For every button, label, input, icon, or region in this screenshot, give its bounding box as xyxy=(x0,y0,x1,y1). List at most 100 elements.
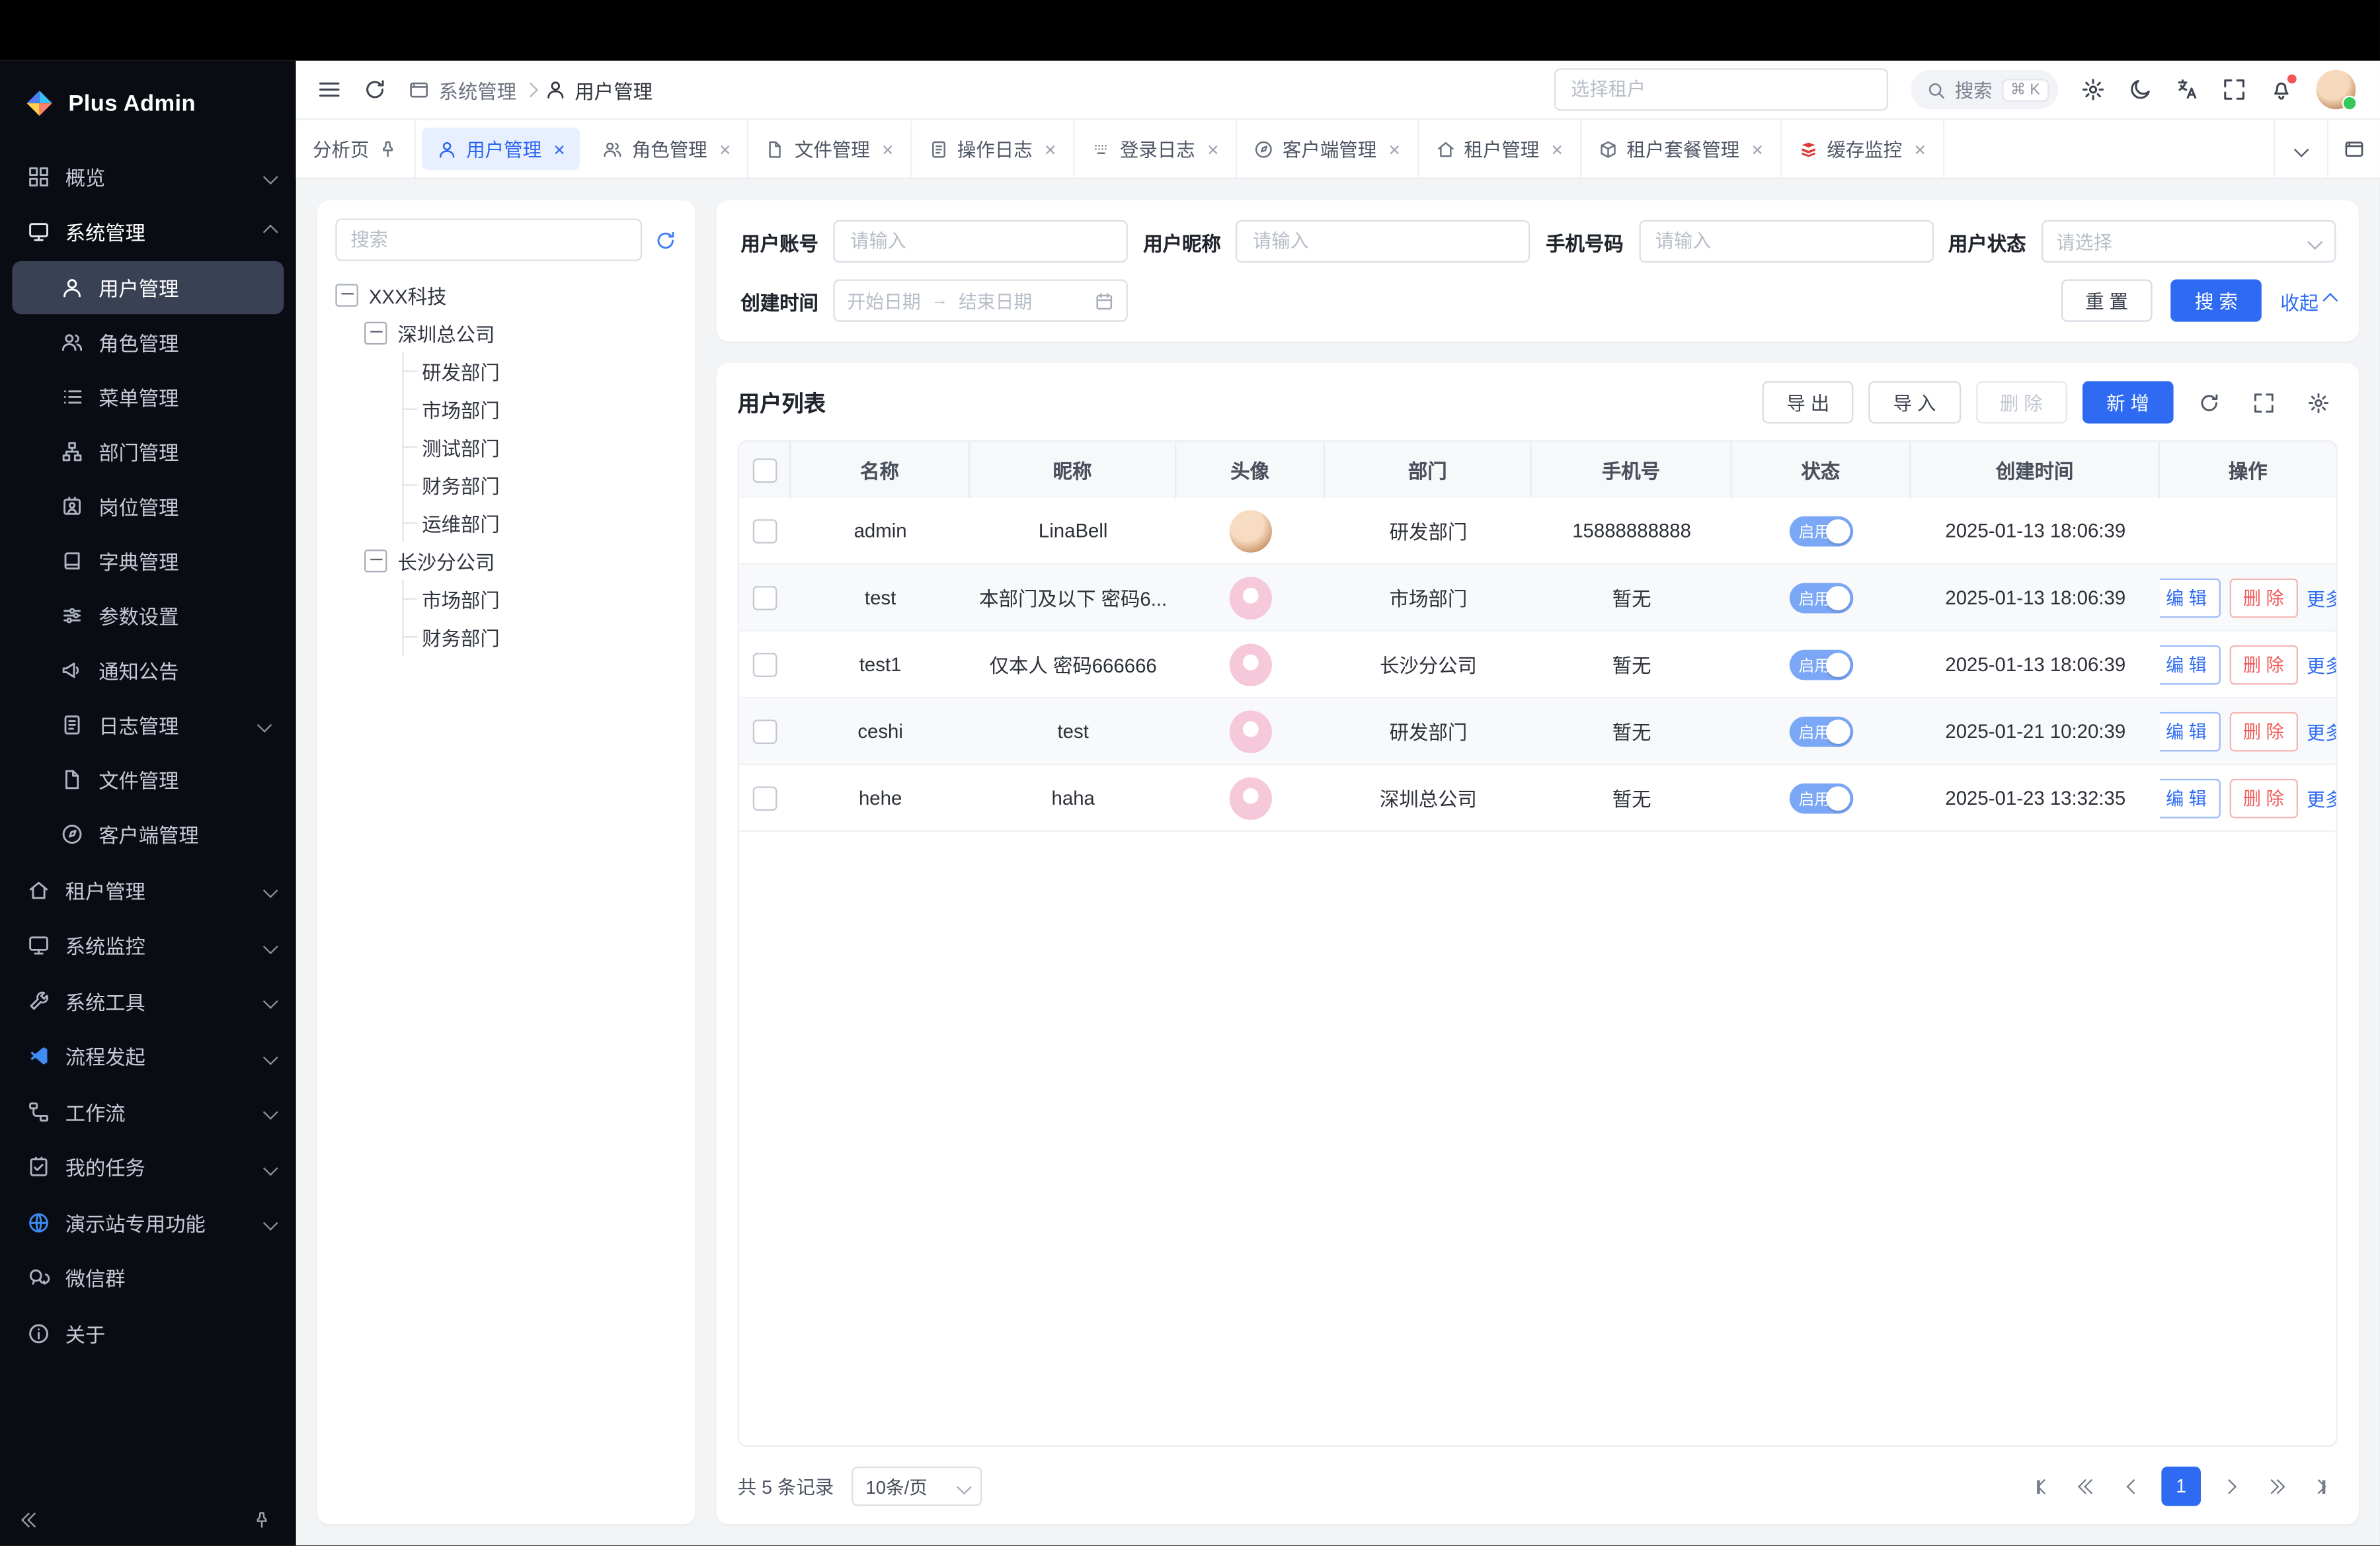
status-toggle[interactable]: 启用 xyxy=(1790,515,1853,546)
sidebar-item-menu-mgmt[interactable]: 菜单管理 xyxy=(12,370,284,423)
user-avatar[interactable] xyxy=(2317,70,2356,110)
pagination-next[interactable] xyxy=(2210,1467,2246,1507)
table-fullscreen-button[interactable] xyxy=(2243,383,2283,423)
pin-icon[interactable] xyxy=(252,1510,272,1530)
pagination-next-fast[interactable] xyxy=(2256,1467,2292,1507)
tree-node-root[interactable]: XXX科技 xyxy=(335,276,677,314)
status-toggle[interactable]: 启用 xyxy=(1790,783,1853,813)
select-all-checkbox[interactable] xyxy=(752,458,777,482)
table-settings-button[interactable] xyxy=(2298,383,2338,423)
sidebar-item-workflow[interactable]: 工作流 xyxy=(0,1084,296,1139)
tenant-select-input[interactable] xyxy=(1554,68,1888,110)
close-icon[interactable]: × xyxy=(1751,139,1763,159)
tab-login-log[interactable]: 登录日志 × xyxy=(1074,120,1237,177)
tree-collapse-icon[interactable] xyxy=(364,322,387,345)
tree-node-dept[interactable]: 市场部门 xyxy=(404,580,677,618)
tree-collapse-icon[interactable] xyxy=(335,284,358,306)
tab-list-dropdown[interactable] xyxy=(2274,120,2326,177)
row-checkbox[interactable] xyxy=(753,652,777,676)
close-icon[interactable]: × xyxy=(1045,139,1056,159)
tab-role-mgmt[interactable]: 角色管理 × xyxy=(586,120,749,177)
more-button[interactable]: 更多 xyxy=(2307,717,2336,745)
pagination-prev[interactable] xyxy=(2116,1467,2152,1507)
sidebar-item-about[interactable]: 关于 xyxy=(0,1305,296,1361)
close-icon[interactable]: × xyxy=(719,139,731,159)
language-button[interactable] xyxy=(2175,77,2200,102)
tab-layout-button[interactable] xyxy=(2327,120,2380,177)
tree-node-dept[interactable]: 市场部门 xyxy=(404,390,677,428)
sidebar-item-file-mgmt[interactable]: 文件管理 xyxy=(12,753,284,806)
sidebar-item-param-settings[interactable]: 参数设置 xyxy=(12,589,284,642)
status-toggle[interactable]: 启用 xyxy=(1790,649,1853,679)
tab-tenant-package[interactable]: 租户套餐管理 × xyxy=(1581,120,1782,177)
tab-user-mgmt[interactable]: 用户管理 × xyxy=(422,128,580,170)
sidebar-item-client-mgmt[interactable]: 客户端管理 xyxy=(12,807,284,860)
row-checkbox[interactable] xyxy=(753,518,777,543)
breadcrumb-item[interactable]: 系统管理 xyxy=(439,75,517,104)
pagination-current-page[interactable]: 1 xyxy=(2161,1467,2201,1507)
close-icon[interactable]: × xyxy=(1207,139,1218,159)
row-delete-button[interactable]: 删 除 xyxy=(2229,578,2297,618)
more-button[interactable]: 更多 xyxy=(2307,784,2336,811)
sidebar-item-my-tasks[interactable]: 我的任务 xyxy=(0,1139,296,1195)
collapse-filters-link[interactable]: 收起 xyxy=(2280,286,2334,315)
account-input[interactable] xyxy=(834,220,1128,263)
sidebar-item-dept-mgmt[interactable]: 部门管理 xyxy=(12,425,284,478)
status-toggle[interactable]: 启用 xyxy=(1790,582,1853,612)
sidebar-item-overview[interactable]: 概览 xyxy=(0,149,296,204)
tab-client-mgmt[interactable]: 客户端管理 × xyxy=(1237,120,1418,177)
table-refresh-button[interactable] xyxy=(2189,383,2229,423)
close-icon[interactable]: × xyxy=(882,139,893,159)
tree-node-dept[interactable]: 测试部门 xyxy=(404,428,677,466)
tab-file-mgmt[interactable]: 文件管理 × xyxy=(749,120,912,177)
close-icon[interactable]: × xyxy=(1389,139,1400,159)
page-size-select[interactable]: 10条/页 xyxy=(852,1467,982,1507)
sidebar-item-demo-features[interactable]: 演示站专用功能 xyxy=(0,1195,296,1250)
edit-button[interactable]: 编 辑 xyxy=(2160,645,2220,684)
row-checkbox[interactable] xyxy=(753,585,777,610)
tree-node-company[interactable]: 深圳总公司 xyxy=(364,314,677,352)
search-button[interactable]: 搜 索 xyxy=(2170,279,2262,321)
global-search-button[interactable]: 搜索 ⌘ K xyxy=(1911,70,2058,110)
tab-cache-monitor[interactable]: 缓存监控 × xyxy=(1781,120,1944,177)
sidebar-item-log-mgmt[interactable]: 日志管理 xyxy=(12,698,284,751)
edit-button[interactable]: 编 辑 xyxy=(2160,778,2220,818)
import-button[interactable]: 导 入 xyxy=(1869,381,1960,423)
tree-node-dept[interactable]: 研发部门 xyxy=(404,352,677,390)
sidebar-item-user-mgmt[interactable]: 用户管理 xyxy=(12,261,284,314)
close-icon[interactable]: × xyxy=(1914,139,1925,159)
tree-node-dept[interactable]: 运维部门 xyxy=(404,504,677,542)
more-button[interactable]: 更多 xyxy=(2307,651,2336,678)
sidebar-item-dict-mgmt[interactable]: 字典管理 xyxy=(12,534,284,587)
settings-button[interactable] xyxy=(2081,77,2106,102)
sidebar-item-process-start[interactable]: 流程发起 xyxy=(0,1028,296,1084)
export-button[interactable]: 导 出 xyxy=(1763,381,1854,423)
more-button[interactable]: 更多 xyxy=(2307,584,2336,611)
dark-mode-toggle[interactable] xyxy=(2128,77,2153,102)
nickname-input[interactable] xyxy=(1236,220,1530,263)
tree-node-dept[interactable]: 财务部门 xyxy=(404,618,677,655)
row-delete-button[interactable]: 删 除 xyxy=(2229,645,2297,684)
row-delete-button[interactable]: 删 除 xyxy=(2229,778,2297,818)
reset-button[interactable]: 重 置 xyxy=(2061,279,2152,321)
tab-operation-log[interactable]: 操作日志 × xyxy=(912,120,1074,177)
tab-analysis[interactable]: 分析页 xyxy=(296,120,416,177)
close-icon[interactable]: × xyxy=(1552,139,1563,159)
delete-button[interactable]: 删 除 xyxy=(1975,381,2067,423)
notifications-button[interactable] xyxy=(2269,77,2293,102)
status-select[interactable]: 请选择 xyxy=(2041,220,2335,263)
refresh-page-button[interactable] xyxy=(363,77,387,102)
edit-button[interactable]: 编 辑 xyxy=(2160,712,2220,751)
pagination-prev-fast[interactable] xyxy=(2071,1467,2107,1507)
sidebar-item-role-mgmt[interactable]: 角色管理 xyxy=(12,316,284,369)
sidebar-item-system-tools[interactable]: 系统工具 xyxy=(0,973,296,1029)
status-toggle[interactable]: 启用 xyxy=(1790,716,1853,747)
tab-tenant-mgmt[interactable]: 租户管理 × xyxy=(1419,120,1581,177)
row-checkbox[interactable] xyxy=(753,786,777,810)
date-range-picker[interactable]: 开始日期 → 结束日期 xyxy=(834,279,1128,321)
row-delete-button[interactable]: 删 除 xyxy=(2229,712,2297,751)
sidebar-item-wechat-group[interactable]: 微信群 xyxy=(0,1250,296,1306)
edit-button[interactable]: 编 辑 xyxy=(2160,578,2220,618)
tree-node-company[interactable]: 长沙分公司 xyxy=(364,542,677,580)
sidebar-item-notice[interactable]: 通知公告 xyxy=(12,643,284,696)
